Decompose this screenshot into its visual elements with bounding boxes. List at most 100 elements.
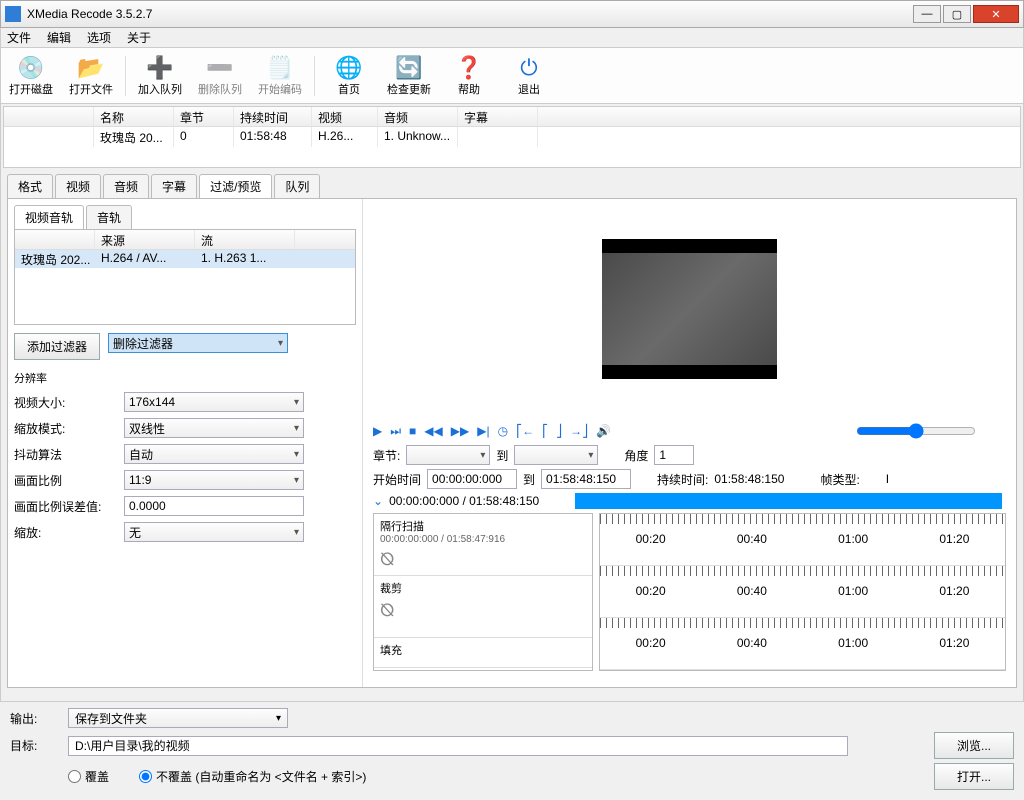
bottom-panel: 输出: 保存到文件夹 目标: 浏览... 覆盖 不覆盖 (自动重命名为 <文件名… [0,701,1024,800]
preview-frame [602,239,777,379]
subtab-audio-track[interactable]: 音轨 [86,205,132,229]
resolution-group: 分辨率 视频大小:176x144 缩放模式:双线性 抖动算法自动 画面比例11:… [14,370,356,542]
add-filter-button[interactable]: 添加过滤器 [14,333,100,360]
tab-subtitle[interactable]: 字幕 [151,174,197,198]
delete-filter-button[interactable]: 删除过滤器 [108,333,288,353]
open-file-button[interactable]: 📂打开文件 [61,48,121,103]
col-name[interactable]: 名称 [94,107,174,126]
remove-queue-button[interactable]: ➖删除队列 [190,48,250,103]
scale-select[interactable]: 无 [124,522,304,542]
tab-format[interactable]: 格式 [7,174,53,198]
timeline: 隔行扫描 00:00:00:000 / 01:58:47:916 ⦰ 裁剪 ⦰ … [373,513,1006,671]
forward-icon[interactable]: ▶▶ [451,424,469,438]
eye-off-icon[interactable]: ⦰ [380,600,586,621]
add-queue-button[interactable]: ➕加入队列 [130,48,190,103]
dither-select[interactable]: 自动 [124,444,304,464]
eye-off-icon[interactable]: ⦰ [380,549,586,570]
chapter-from-select[interactable] [406,445,490,465]
output-label: 输出: [10,710,58,727]
open-disc-button[interactable]: 💿打开磁盘 [1,48,61,103]
progress-bar[interactable] [575,493,1001,509]
plus-icon: ➕ [146,55,173,81]
left-pane: 视频音轨 音轨 来源 流 玫瑰岛 202... H.264 / AV... 1.… [8,199,363,687]
menu-options[interactable]: 选项 [87,29,111,46]
volume-slider[interactable] [856,423,976,439]
to-label-2: 到 [523,471,535,488]
dither-label: 抖动算法 [14,446,124,463]
file-row[interactable]: 玫瑰岛 20... 0 01:58:48 H.26... 1. Unknow..… [4,127,1020,147]
timeline-ruler-area[interactable]: 00:2000:4001:0001:20 00:2000:4001:0001:2… [599,513,1006,671]
stop-icon[interactable]: ■ [409,424,416,438]
group-title: 分辨率 [14,370,356,386]
play-icon[interactable]: ▶ [373,424,382,438]
col-subtitle[interactable]: 字幕 [458,107,538,126]
volume-icon[interactable]: 🔊 [596,424,611,438]
close-button[interactable]: ✕ [973,5,1019,23]
start-encode-button[interactable]: 🗒️开始编码 [250,48,310,103]
col-video[interactable]: 视频 [312,107,378,126]
exit-button[interactable]: ⏻退出 [499,48,559,103]
tab-video[interactable]: 视频 [55,174,101,198]
subtab-video-track[interactable]: 视频音轨 [14,205,84,229]
start-label: 开始时间 [373,471,421,488]
browse-button[interactable]: 浏览... [934,732,1014,759]
video-size-label: 视频大小: [14,394,124,411]
mark-out-icon[interactable]: →⎦ [570,424,588,438]
bracket-open-icon[interactable]: ⎡ [542,424,548,438]
menu-edit[interactable]: 编辑 [47,29,71,46]
end-time-input[interactable] [541,469,631,489]
check-update-button[interactable]: 🔄检查更新 [379,48,439,103]
tab-filter[interactable]: 过滤/预览 [199,174,272,198]
chapter-to-select[interactable] [514,445,598,465]
col-stream[interactable]: 流 [195,230,295,249]
refresh-icon: 🔄 [395,55,422,81]
filter-fill[interactable]: 填充 [374,638,592,668]
minus-icon: ➖ [206,55,233,81]
help-icon: ❓ [455,55,482,81]
video-size-select[interactable]: 176x144 [124,392,304,412]
cell-audio: 1. Unknow... [378,127,458,147]
disc-icon: 💿 [17,55,44,81]
rewind-icon[interactable]: ◀◀ [424,424,442,438]
no-overwrite-radio[interactable]: 不覆盖 (自动重命名为 <文件名 + 索引>) [139,768,366,785]
frametype-value: I [886,472,889,486]
minimize-button[interactable]: — [913,5,941,23]
aspect-select[interactable]: 11:9 [124,470,304,490]
bracket-close-icon[interactable]: ⎦ [556,424,562,438]
scale-mode-label: 缩放模式: [14,420,124,437]
main-tabs: 格式 视频 音频 字幕 过滤/预览 队列 [7,174,1023,198]
start-time-input[interactable] [427,469,517,489]
output-mode-select[interactable]: 保存到文件夹 [68,708,288,728]
help-button[interactable]: ❓帮助 [439,48,499,103]
file-grid-header: 名称 章节 持续时间 视频 音频 字幕 [4,107,1020,127]
track-row[interactable]: 玫瑰岛 202... H.264 / AV... 1. H.263 1... [15,250,355,268]
menu-about[interactable]: 关于 [127,29,151,46]
col-duration[interactable]: 持续时间 [234,107,312,126]
maximize-button[interactable]: ▢ [943,5,971,23]
aspect-err-input[interactable] [124,496,304,516]
menu-file[interactable]: 文件 [7,29,31,46]
filter-interlace[interactable]: 隔行扫描 00:00:00:000 / 01:58:47:916 ⦰ [374,514,592,576]
col-source[interactable]: 来源 [95,230,195,249]
col-audio[interactable]: 音频 [378,107,458,126]
scale-mode-select[interactable]: 双线性 [124,418,304,438]
overwrite-radio[interactable]: 覆盖 [68,768,109,785]
angle-input[interactable] [654,445,694,465]
mark-in-icon[interactable]: ⎡← [516,424,534,438]
chapter-label: 章节: [373,447,400,464]
col-chapter[interactable]: 章节 [174,107,234,126]
clock-icon[interactable]: ◷ [498,424,508,438]
folder-icon: 📂 [77,55,104,81]
filter-crop[interactable]: 裁剪 ⦰ [374,576,592,638]
separator [125,56,126,96]
to-label: 到 [496,447,508,464]
open-button[interactable]: 打开... [934,763,1014,790]
tab-queue[interactable]: 队列 [274,174,320,198]
home-button[interactable]: 🌐首页 [319,48,379,103]
frametype-label: 帧类型: [820,471,859,488]
step-icon[interactable]: ▶| [477,424,489,438]
next-icon[interactable]: ⏭ [390,424,401,439]
chevron-down-icon[interactable]: ⌄ [373,494,383,508]
target-path-input[interactable] [68,736,848,756]
tab-audio[interactable]: 音频 [103,174,149,198]
